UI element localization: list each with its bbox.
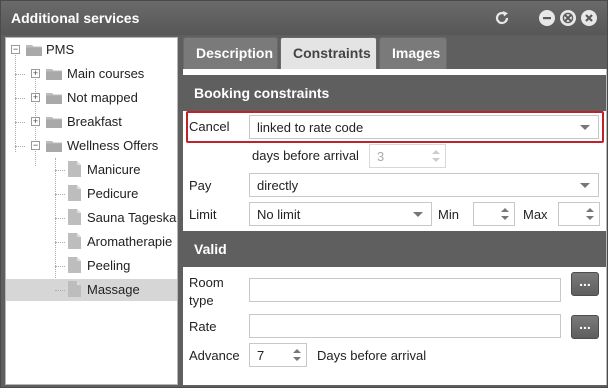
tab-images[interactable]: Images <box>379 37 447 69</box>
tree-label: Peeling <box>87 258 131 273</box>
room-type-label-line2: type <box>189 293 214 308</box>
collapse-icon[interactable]: − <box>31 141 40 150</box>
tree-item-aromatherapie[interactable]: Aromatherapie <box>6 231 177 253</box>
rate-browse-button[interactable]: ... <box>571 315 599 339</box>
folder-icon <box>46 93 62 104</box>
spin-down-icon[interactable] <box>501 216 509 220</box>
minimize-icon[interactable] <box>539 10 555 26</box>
pay-label: Pay <box>189 178 212 193</box>
spin-up-icon[interactable] <box>432 150 440 154</box>
valid-header: Valid <box>183 231 607 267</box>
tree-item-wellness-offers[interactable]: − Wellness Offers <box>6 135 177 157</box>
tree-label: Pedicure <box>87 186 139 201</box>
days-before-spinner[interactable]: 3 <box>369 144 446 168</box>
expand-icon[interactable]: + <box>31 69 40 78</box>
tree-label: Manicure <box>87 162 141 177</box>
tree-item-not-mapped[interactable]: + Not mapped <box>6 87 177 109</box>
pay-value: directly <box>257 178 299 193</box>
title-bar: Additional services <box>1 1 607 35</box>
tree-label: Wellness Offers <box>67 138 159 153</box>
advance-value: 7 <box>257 348 265 363</box>
cancel-label: Cancel <box>189 119 230 134</box>
tree-item-massage[interactable]: Massage <box>6 279 177 301</box>
window-title: Additional services <box>11 10 140 26</box>
restore-icon[interactable] <box>560 10 576 26</box>
tree-label: Aromatherapie <box>87 234 173 249</box>
tree-label: Massage <box>87 282 140 297</box>
tab-bar: Description Constraints Images <box>183 37 607 69</box>
room-type-label-line1: Room <box>189 275 224 290</box>
min-spinner[interactable] <box>473 202 515 226</box>
tree-item-pms[interactable]: − PMS <box>6 39 177 61</box>
chevron-down-icon <box>580 125 590 130</box>
folder-icon <box>46 141 62 152</box>
limit-value: No limit <box>257 207 301 222</box>
folder-icon <box>46 117 62 128</box>
services-tree: − PMS + Main courses + Not mapped + Brea… <box>5 37 178 385</box>
booking-constraints-header: Booking constraints <box>183 75 607 111</box>
tree-label: Main courses <box>67 66 145 81</box>
spin-down-icon[interactable] <box>586 216 594 220</box>
spin-down-icon[interactable] <box>432 158 440 162</box>
chevron-down-icon <box>580 183 590 188</box>
tree-item-main-courses[interactable]: + Main courses <box>6 63 177 85</box>
tree-label: PMS <box>46 42 75 57</box>
tab-description[interactable]: Description <box>183 37 278 69</box>
folder-icon <box>26 45 42 56</box>
spin-down-icon[interactable] <box>293 357 301 361</box>
max-spinner[interactable] <box>558 202 600 226</box>
pay-dropdown[interactable]: directly <box>249 173 599 197</box>
page-icon <box>68 257 81 273</box>
rate-label: Rate <box>189 319 217 334</box>
tree-item-peeling[interactable]: Peeling <box>6 255 177 277</box>
page-icon <box>68 185 81 201</box>
limit-dropdown[interactable]: No limit <box>249 202 432 226</box>
advance-label: Advance <box>189 348 240 363</box>
tree-item-breakfast[interactable]: + Breakfast <box>6 111 177 133</box>
collapse-icon[interactable]: − <box>11 45 20 54</box>
limit-label: Limit <box>189 207 217 222</box>
advance-spinner[interactable]: 7 <box>249 343 307 367</box>
spin-up-icon[interactable] <box>501 208 509 212</box>
chevron-down-icon <box>413 212 423 217</box>
tree-item-pedicure[interactable]: Pedicure <box>6 183 177 205</box>
tree-label: Not mapped <box>67 90 138 105</box>
refresh-icon[interactable] <box>493 9 511 27</box>
tab-constraints[interactable]: Constraints <box>280 37 377 69</box>
cancel-dropdown[interactable]: linked to rate code <box>249 115 599 139</box>
tree-label: Sauna Tageskarte <box>87 210 177 225</box>
tree-item-sauna[interactable]: Sauna Tageskarte <box>6 207 177 229</box>
close-icon[interactable] <box>581 10 597 26</box>
spin-up-icon[interactable] <box>586 208 594 212</box>
additional-services-window: Additional services − PMS + Main courses… <box>0 0 608 388</box>
max-label: Max <box>523 207 548 222</box>
spin-up-icon[interactable] <box>293 349 301 353</box>
page-icon <box>68 233 81 249</box>
expand-icon[interactable]: + <box>31 93 40 102</box>
days-before-value: 3 <box>377 149 385 164</box>
room-type-browse-button[interactable]: ... <box>571 272 599 296</box>
tree-item-manicure[interactable]: Manicure <box>6 159 177 181</box>
days-before-label: days before arrival <box>252 148 359 163</box>
min-label: Min <box>438 207 459 222</box>
expand-icon[interactable]: + <box>31 117 40 126</box>
page-icon <box>68 161 81 177</box>
page-icon <box>68 281 81 297</box>
cancel-value: linked to rate code <box>257 120 364 135</box>
page-icon <box>68 209 81 225</box>
rate-field[interactable] <box>249 314 561 338</box>
advance-suffix: Days before arrival <box>317 348 427 363</box>
constraints-panel: Booking constraints Cancel linked to rat… <box>183 69 607 385</box>
panel-border <box>606 69 607 385</box>
room-type-field[interactable] <box>249 278 561 302</box>
tree-label: Breakfast <box>67 114 122 129</box>
folder-icon <box>46 69 62 80</box>
